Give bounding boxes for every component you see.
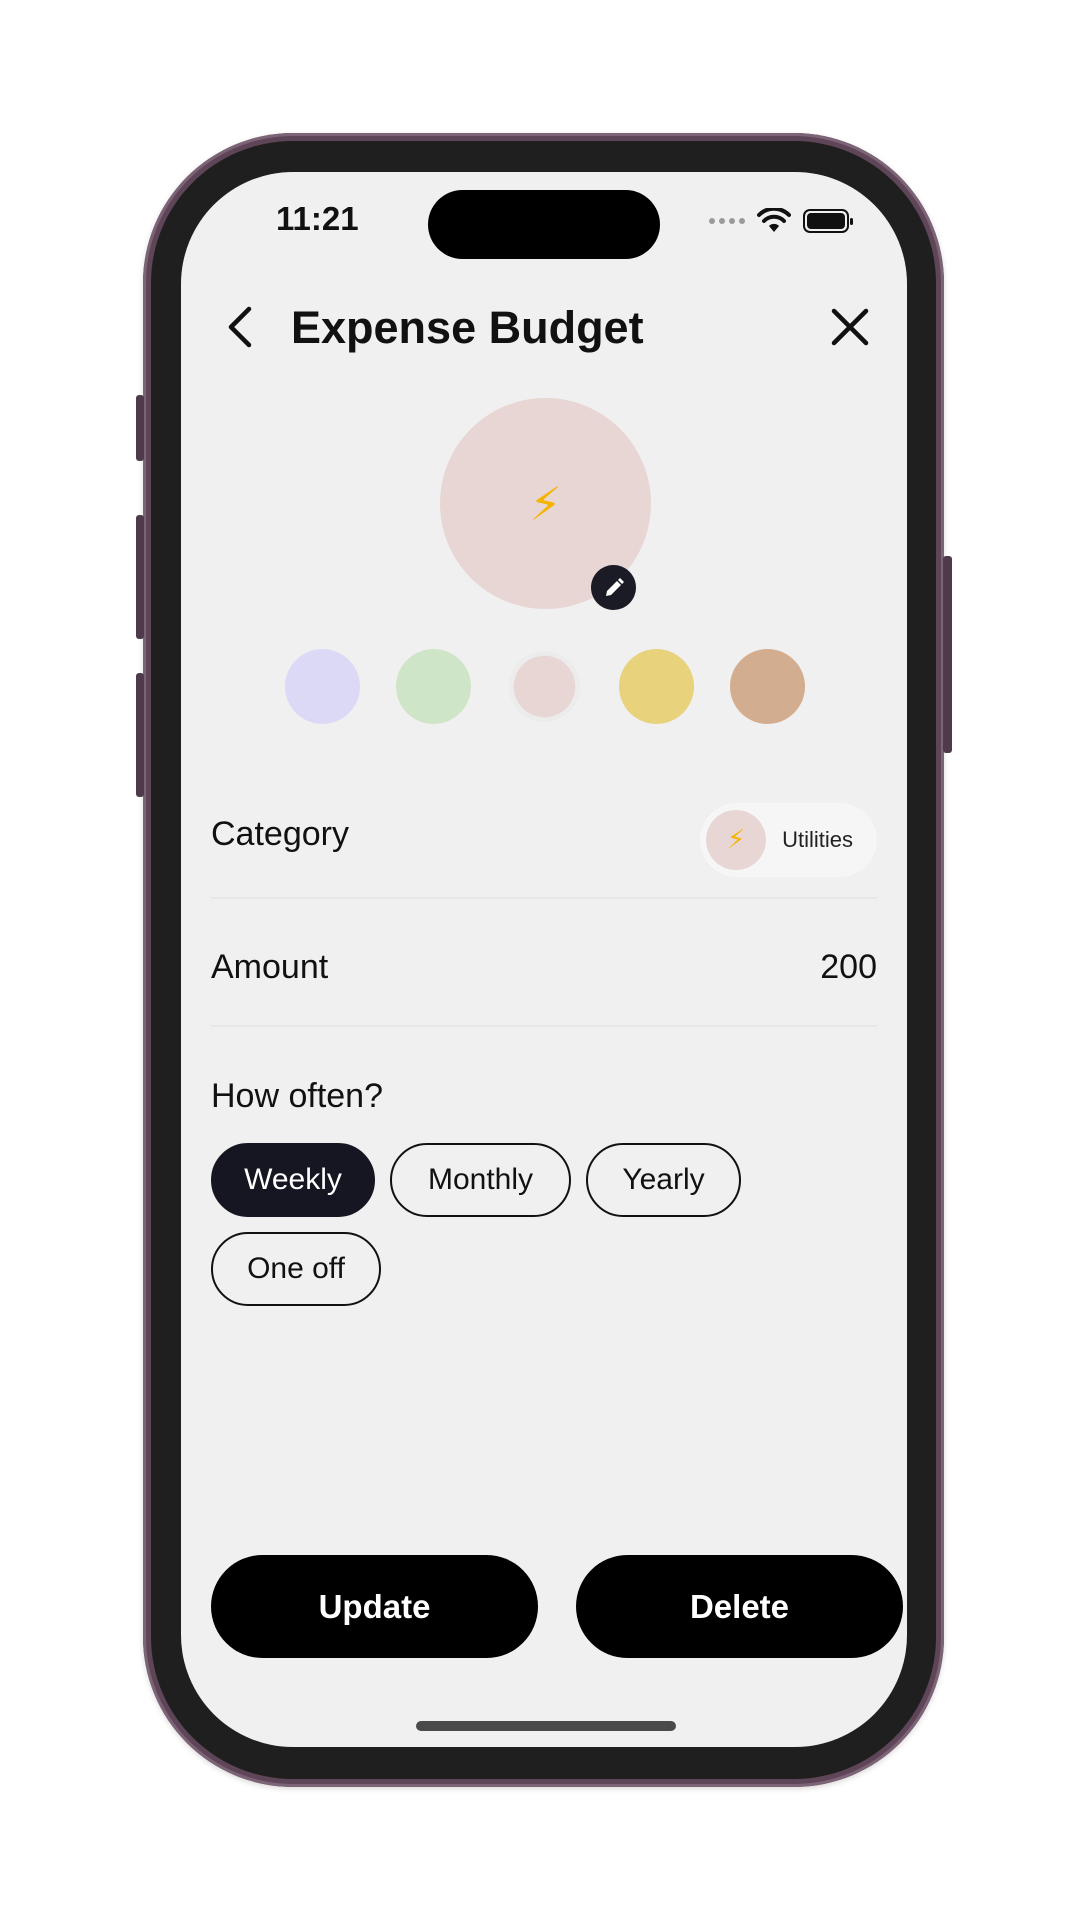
- frequency-heading-row: How often?: [211, 1077, 877, 1116]
- divider: [211, 1025, 877, 1027]
- close-icon: [831, 308, 869, 346]
- frequency-option-yearly[interactable]: Yearly: [586, 1143, 741, 1217]
- color-option-tan[interactable]: [730, 649, 805, 724]
- pencil-icon: [605, 577, 624, 596]
- frequency-option-weekly[interactable]: Weekly: [211, 1143, 375, 1217]
- lightning-icon: ⚡: [706, 810, 767, 870]
- side-button-power: [943, 556, 952, 753]
- amount-row[interactable]: Amount 200: [211, 948, 877, 998]
- delete-button[interactable]: Delete: [576, 1555, 903, 1658]
- side-button-volume-down: [136, 673, 144, 797]
- close-button[interactable]: [823, 300, 877, 354]
- edit-icon-button[interactable]: [591, 565, 636, 610]
- divider: [211, 897, 877, 899]
- chevron-left-icon: [228, 306, 252, 348]
- home-indicator[interactable]: [416, 1721, 676, 1731]
- category-value: Utilities: [782, 827, 853, 852]
- update-button[interactable]: Update: [211, 1555, 538, 1658]
- category-row[interactable]: Category ⚡ Utilities: [211, 803, 877, 877]
- header: Expense Budget: [181, 272, 907, 382]
- battery-icon: [803, 209, 853, 233]
- frequency-label: How often?: [211, 1077, 383, 1115]
- frequency-option-monthly[interactable]: Monthly: [390, 1143, 571, 1217]
- app-screen: 11:21 Expense Budget ⚡ Category ⚡ Utilit…: [181, 172, 907, 1747]
- dynamic-island: [428, 190, 660, 259]
- back-button[interactable]: [215, 297, 265, 357]
- page-title: Expense Budget: [291, 302, 644, 353]
- lightning-icon: ⚡: [529, 476, 562, 531]
- color-option-lavender[interactable]: [285, 649, 360, 724]
- wifi-icon: [757, 208, 791, 232]
- color-option-mustard[interactable]: [619, 649, 694, 724]
- status-icons: [709, 208, 853, 234]
- color-option-mint[interactable]: [396, 649, 471, 724]
- side-button-action: [136, 395, 144, 461]
- color-option-blush[interactable]: [513, 655, 576, 718]
- status-time: 11:21: [276, 200, 359, 237]
- amount-value[interactable]: 200: [820, 948, 877, 987]
- color-picker: [181, 649, 907, 725]
- side-button-volume-up: [136, 515, 144, 639]
- category-selector[interactable]: ⚡ Utilities: [700, 803, 877, 877]
- cellular-dots-icon: [709, 218, 745, 224]
- amount-label: Amount: [211, 948, 329, 986]
- frequency-option-one-off[interactable]: One off: [211, 1232, 381, 1306]
